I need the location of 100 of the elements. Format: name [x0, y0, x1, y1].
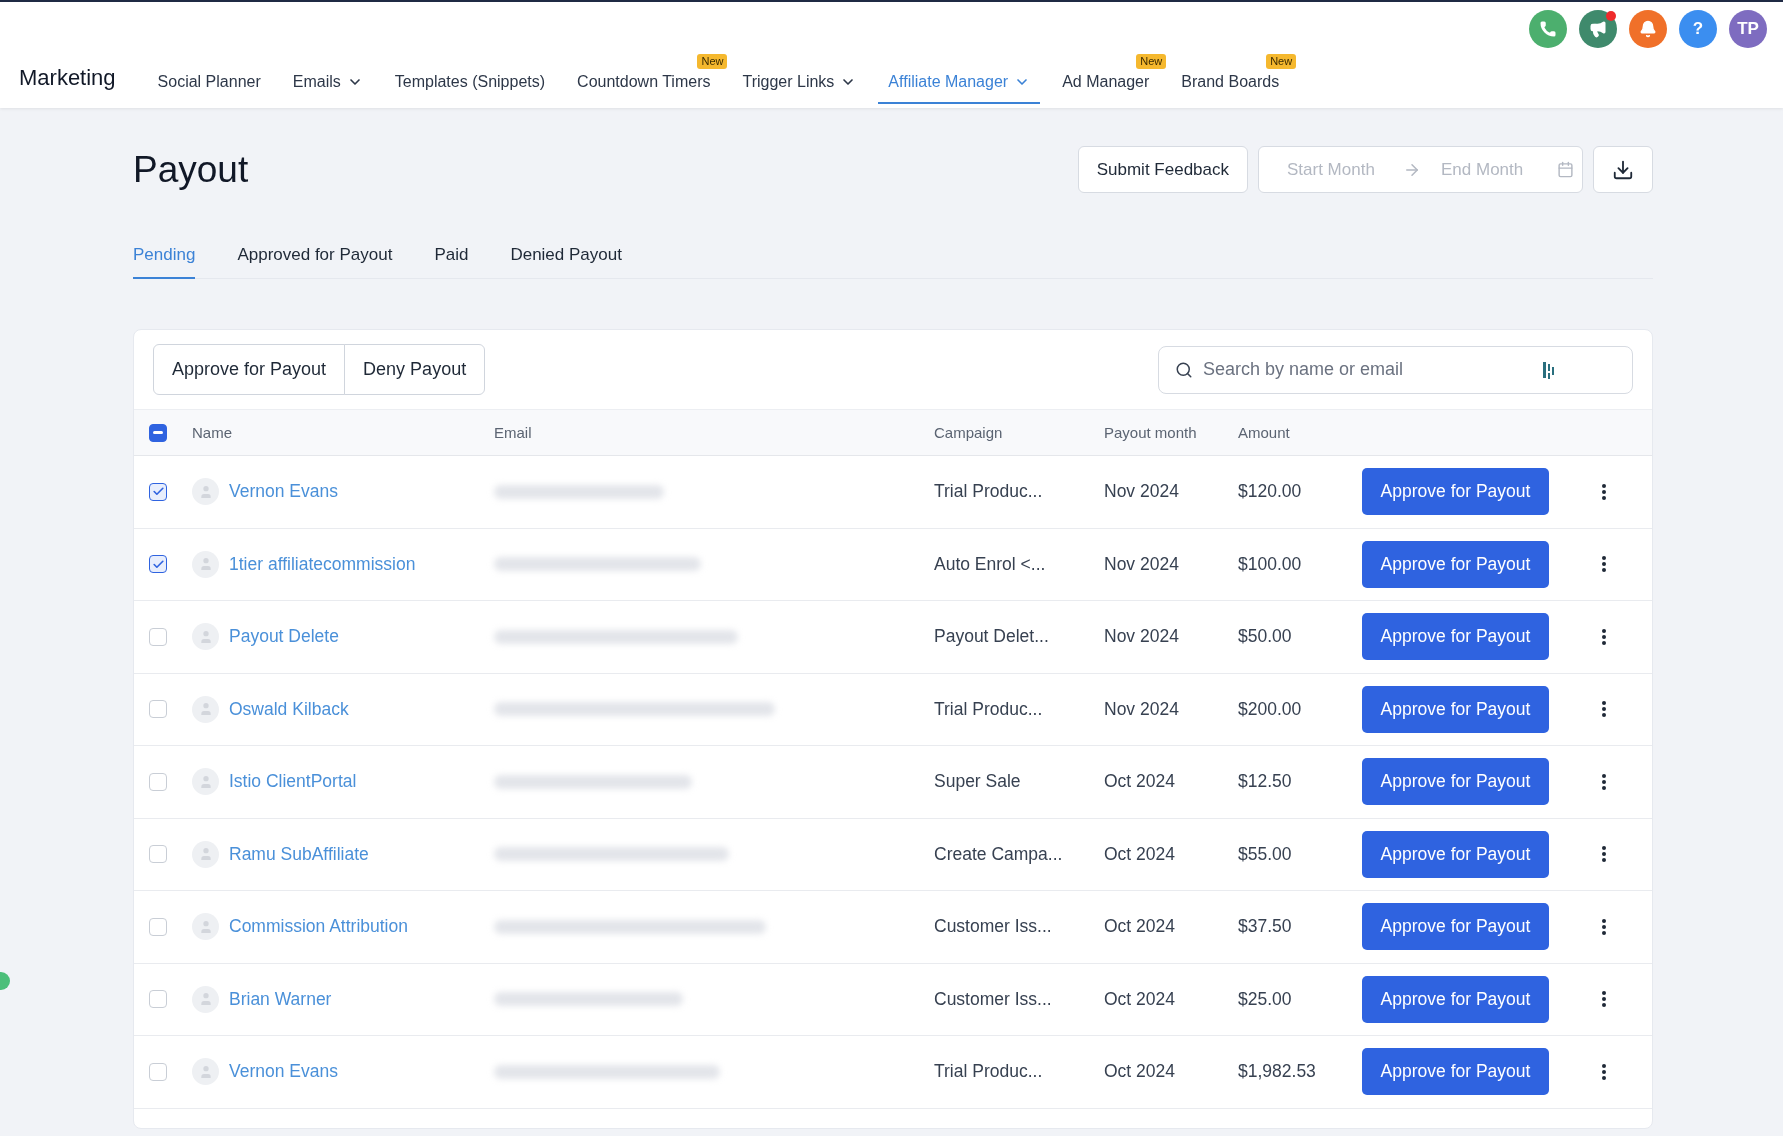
new-badge: New — [1266, 54, 1297, 69]
nav-item[interactable]: Brand Boards — [1171, 68, 1290, 104]
nav-item[interactable]: Social Planner — [147, 68, 271, 104]
affiliate-name-link[interactable]: Istio ClientPortal — [229, 771, 357, 793]
affiliate-name-link[interactable]: Commission Attribution — [229, 916, 408, 938]
nav-item[interactable]: Countdown Timers — [567, 68, 721, 104]
payout-month-cell-text: Oct 2024 — [1104, 771, 1177, 793]
approve-button[interactable]: Approve for Payout — [1362, 975, 1549, 1023]
amount-cell-text: $50.00 — [1238, 626, 1293, 648]
user-avatar[interactable]: TP — [1729, 10, 1767, 48]
announcements-button[interactable] — [1579, 10, 1617, 48]
phone-button[interactable] — [1529, 10, 1567, 48]
more-options-button[interactable] — [1600, 699, 1608, 720]
bulk-action-button[interactable]: Deny Payout — [344, 344, 486, 395]
end-month-field[interactable]: End Month — [1439, 158, 1539, 181]
nav-item[interactable]: Ad Manager — [1052, 68, 1160, 104]
amount-cell-text: $12.50 — [1238, 771, 1293, 793]
more-options-button[interactable] — [1600, 481, 1608, 502]
approve-button[interactable]: Approve for Payout — [1362, 685, 1549, 733]
affiliate-name-link[interactable]: 1tier affiliatecommission — [229, 553, 416, 575]
minus-icon — [153, 431, 163, 434]
payout-month-cell-text: Oct 2024 — [1104, 916, 1177, 938]
campaign-cell-text: Trial Produc... — [934, 1061, 1044, 1083]
affiliate-name-link[interactable]: Ramu SubAffiliate — [229, 843, 369, 865]
select-all-checkbox[interactable] — [149, 423, 167, 442]
nav-item[interactable]: Affiliate Manager — [878, 68, 1041, 104]
column-header: Amount — [1238, 424, 1291, 441]
campaign-cell-text: Payout Delet... — [934, 626, 1050, 648]
more-options-button[interactable] — [1600, 626, 1608, 647]
feedback-button[interactable]: Submit Feedback — [1077, 146, 1248, 193]
affiliate-name-link[interactable]: Payout Delete — [229, 626, 339, 648]
more-options-button[interactable] — [1600, 844, 1608, 865]
nav-item[interactable]: Trigger Links — [732, 68, 867, 104]
more-options-icon — [1602, 483, 1606, 500]
approve-button[interactable]: Approve for Payout — [1362, 758, 1549, 806]
approve-button[interactable]: Approve for Payout — [1362, 468, 1549, 516]
more-options-icon — [1602, 846, 1606, 863]
campaign-cell-text: Trial Produc... — [934, 481, 1044, 503]
amount-cell-text: $200.00 — [1238, 698, 1303, 720]
notifications-button[interactable] — [1629, 10, 1667, 48]
campaign-cell-text: Customer Iss... — [934, 916, 1053, 938]
tab[interactable]: Paid — [434, 245, 469, 279]
column-header: Email — [494, 424, 533, 441]
more-options-icon — [1602, 918, 1606, 935]
affiliate-name-link[interactable]: Vernon Evans — [229, 1061, 338, 1083]
approve-button[interactable]: Approve for Payout — [1362, 830, 1549, 878]
more-options-button[interactable] — [1600, 916, 1608, 937]
bell-icon — [1639, 20, 1657, 38]
affiliate-name-link[interactable]: Brian Warner — [229, 988, 332, 1010]
amount-cell-text: $1,982.53 — [1238, 1061, 1317, 1083]
more-options-icon — [1602, 991, 1606, 1008]
approve-button[interactable]: Approve for Payout — [1362, 1048, 1549, 1096]
payout-month-cell-text: Oct 2024 — [1104, 1061, 1177, 1083]
approve-button[interactable]: Approve for Payout — [1362, 903, 1549, 951]
more-options-button[interactable] — [1600, 554, 1608, 575]
approve-button[interactable]: Approve for Payout — [1362, 613, 1549, 661]
affiliate-name-link[interactable]: Oswald Kilback — [229, 698, 349, 720]
calendar-icon — [1557, 161, 1574, 178]
campaign-cell-text: Customer Iss... — [934, 988, 1053, 1010]
more-options-icon — [1602, 701, 1606, 718]
start-month-field[interactable]: Start Month — [1285, 158, 1385, 181]
payout-month-cell-text: Oct 2024 — [1104, 843, 1177, 865]
more-options-icon — [1602, 628, 1606, 645]
app-title: Marketing — [19, 65, 116, 91]
row-checkbox[interactable] — [149, 482, 167, 501]
nav-item[interactable]: Emails — [282, 68, 373, 104]
approve-button[interactable]: Approve for Payout — [1362, 540, 1549, 588]
affiliate-name-link[interactable]: Vernon Evans — [229, 481, 338, 503]
more-options-button[interactable] — [1600, 989, 1608, 1010]
more-options-button[interactable] — [1600, 771, 1608, 792]
row-checkbox[interactable] — [149, 555, 167, 574]
more-options-icon — [1602, 773, 1606, 790]
check-icon — [151, 557, 165, 571]
search-icon — [1175, 360, 1193, 379]
help-button[interactable]: ? — [1679, 10, 1717, 48]
payout-month-cell-text: Nov 2024 — [1104, 553, 1180, 575]
amount-cell-text: $55.00 — [1238, 843, 1293, 865]
download-icon — [1612, 158, 1634, 181]
more-options-icon — [1602, 556, 1606, 573]
phone-icon — [1539, 20, 1557, 38]
tab[interactable]: Denied Payout — [510, 245, 622, 279]
campaign-cell-text: Super Sale — [934, 771, 1022, 793]
download-button[interactable] — [1593, 146, 1653, 193]
megaphone-icon — [1589, 20, 1607, 38]
campaign-cell-text: Trial Produc... — [934, 698, 1044, 720]
nav-item[interactable]: Templates (Snippets) — [384, 68, 556, 104]
date-range-field[interactable]: Start Month End Month — [1258, 146, 1583, 193]
page-title: Payout — [133, 148, 249, 191]
campaign-cell-text: Auto Enrol <... — [934, 553, 1047, 575]
more-options-button[interactable] — [1600, 1061, 1608, 1082]
new-badge: New — [697, 54, 728, 69]
tab[interactable]: Approved for Payout — [237, 245, 393, 279]
tab[interactable]: Pending — [133, 245, 196, 279]
amount-cell-text: $100.00 — [1238, 553, 1303, 575]
bulk-action-button[interactable]: Approve for Payout — [153, 344, 346, 395]
amount-cell-text: $25.00 — [1238, 988, 1293, 1010]
payout-month-cell-text: Oct 2024 — [1104, 988, 1177, 1010]
columns-icon[interactable] — [1542, 360, 1556, 379]
search-bar[interactable]: Search by name or email — [1158, 345, 1633, 394]
column-header: Campaign — [934, 424, 1004, 441]
